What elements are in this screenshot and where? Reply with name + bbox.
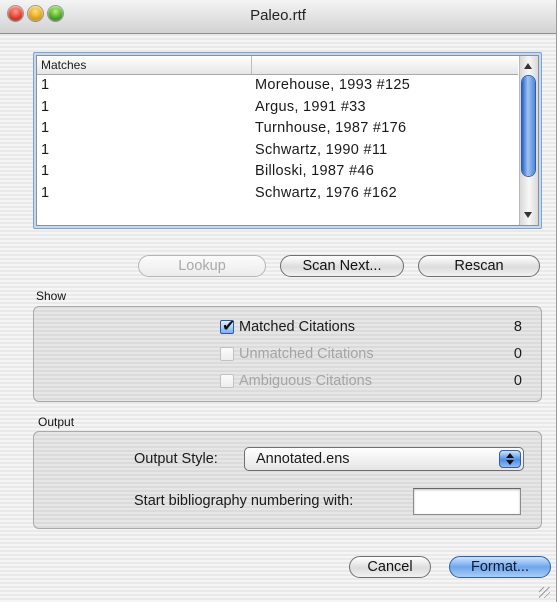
numbering-start-label: Start bibliography numbering with: (134, 493, 354, 509)
popup-arrows-icon (499, 450, 521, 468)
popup-up-arrow-icon (506, 453, 514, 458)
match-count: 1 (41, 98, 50, 115)
resize-grip-icon[interactable] (539, 587, 550, 598)
match-citation: Schwartz, 1990 #11 (255, 141, 388, 158)
matches-table-focus-ring: Matches 1 Morehouse, 1993 #125 1 Argus, … (33, 52, 542, 229)
match-citation: Billoski, 1987 #46 (255, 163, 375, 179)
unmatched-citations-label: Unmatched Citations (239, 346, 374, 362)
match-count: 1 (41, 141, 50, 158)
matched-citations-checkbox[interactable]: ✔ (220, 318, 235, 335)
table-row[interactable]: 1 Morehouse, 1993 #125 (37, 75, 518, 97)
matches-rows: 1 Morehouse, 1993 #125 1 Argus, 1991 #33… (37, 75, 518, 204)
scroll-up-arrow-icon[interactable] (524, 63, 532, 69)
lookup-button[interactable]: Lookup (138, 255, 266, 277)
match-count: 1 (41, 184, 50, 201)
ambiguous-citations-checkbox[interactable] (220, 374, 234, 388)
match-citation: Argus, 1991 #33 (255, 98, 366, 115)
cancel-button[interactable]: Cancel (349, 556, 431, 578)
match-count: 1 (41, 163, 50, 179)
table-row[interactable]: 1 Schwartz, 1990 #11 (37, 140, 518, 162)
ambiguous-citations-count: 0 (513, 373, 522, 389)
match-citation: Schwartz, 1976 #162 (255, 184, 397, 201)
matched-citations-count: 8 (513, 319, 522, 335)
column-divider[interactable] (251, 56, 252, 74)
matches-column-header[interactable]: Matches (37, 56, 518, 75)
format-dialog-window: Paleo.rtf Matches 1 Morehouse, 1993 #125… (0, 0, 557, 602)
checkmark-icon: ✔ (222, 318, 236, 335)
scroll-down-arrow-icon[interactable] (524, 212, 532, 218)
match-citation: Turnhouse, 1987 #176 (255, 120, 407, 136)
unmatched-citations-checkbox[interactable] (220, 347, 234, 361)
matched-citations-label: Matched Citations (239, 319, 356, 335)
matches-scrollbar[interactable] (519, 56, 538, 225)
ambiguous-citations-label: Ambiguous Citations (239, 373, 372, 389)
match-count: 1 (41, 77, 50, 93)
table-row[interactable]: 1 Turnhouse, 1987 #176 (37, 118, 518, 140)
table-row[interactable]: 1 Schwartz, 1976 #162 (37, 183, 518, 205)
title-bar[interactable]: Paleo.rtf (0, 0, 556, 34)
scrollbar-thumb[interactable] (522, 76, 535, 176)
output-style-popup[interactable]: Annotated.ens (244, 447, 524, 471)
window-title: Paleo.rtf (250, 7, 306, 24)
table-row[interactable]: 1 Billoski, 1987 #46 (37, 161, 518, 183)
show-section-label: Show (36, 289, 67, 303)
scan-next-button[interactable]: Scan Next... (280, 255, 404, 277)
output-style-value: Annotated.ens (256, 451, 350, 467)
matches-header-label: Matches (41, 58, 87, 72)
unmatched-citations-count: 0 (513, 346, 522, 362)
output-section-label: Output (38, 415, 75, 429)
format-button[interactable]: Format... (449, 556, 551, 578)
output-style-label: Output Style: (134, 451, 218, 467)
popup-down-arrow-icon (506, 460, 514, 465)
table-row[interactable]: 1 Argus, 1991 #33 (37, 97, 518, 119)
rescan-button[interactable]: Rescan (418, 255, 540, 277)
numbering-start-input[interactable] (413, 488, 521, 515)
match-citation: Morehouse, 1993 #125 (255, 77, 411, 93)
matches-table[interactable]: Matches 1 Morehouse, 1993 #125 1 Argus, … (36, 55, 539, 226)
match-count: 1 (41, 120, 50, 136)
